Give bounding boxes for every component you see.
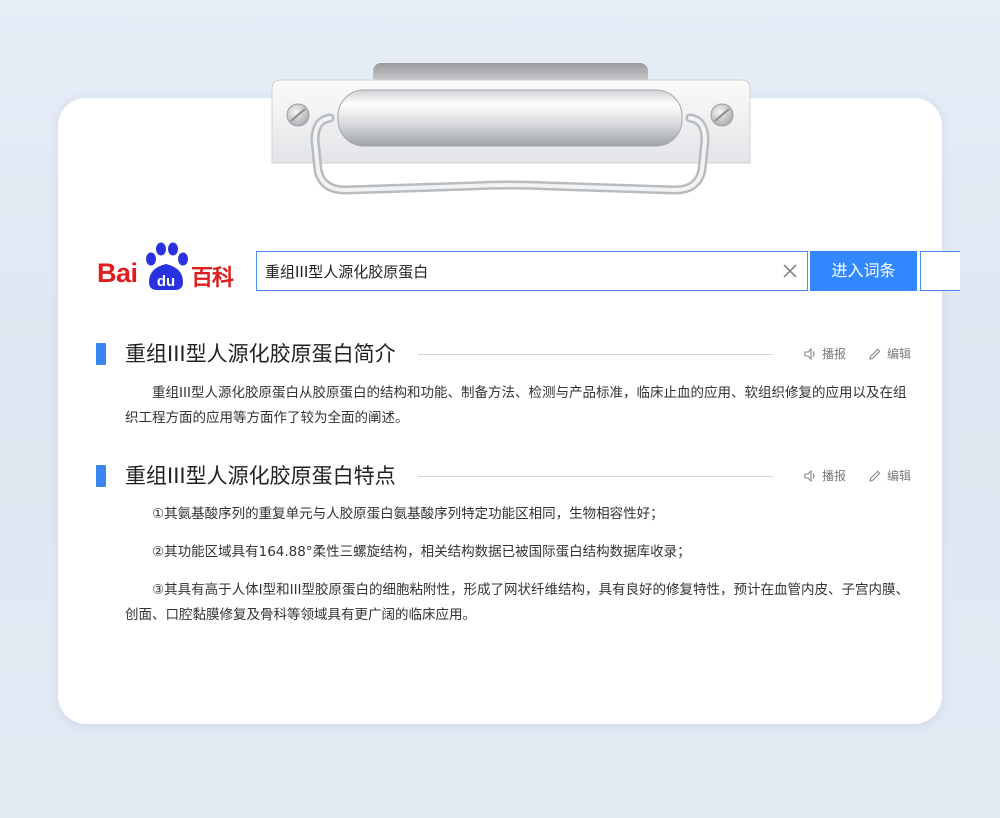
enter-entry-button[interactable]: 进入词条 [810,251,917,291]
edit-label: 编辑 [886,469,911,483]
section-divider [418,354,773,355]
edit-label: 编辑 [886,347,911,361]
section-marker [96,343,106,365]
baidu-baike-logo[interactable]: Bai du 百科 [95,242,245,292]
edit-button[interactable]: 编辑 [868,345,911,362]
paw-icon: du [146,242,188,290]
speaker-icon [804,347,815,360]
section-paragraph: ①其氨基酸序列的重复单元与人胶原蛋白氨基酸序列特定功能区相同，生物相容性好； [152,506,664,522]
speaker-icon [804,469,815,482]
secondary-search-button[interactable] [920,251,960,291]
features-section: 重组III型人源化胶原蛋白特点 播报 编辑 ①其氨基酸序列的重复单元与人胶原蛋白… [96,462,916,628]
intro-section: 重组III型人源化胶原蛋白简介 播报 编辑 重组III型人源化胶原蛋白从胶原蛋白… [96,340,916,431]
section-divider [418,476,773,477]
pencil-icon [869,470,881,482]
edit-button[interactable]: 编辑 [868,467,911,484]
logo-baike-text: 百科 [191,266,234,291]
search-input[interactable] [265,252,765,290]
section-header: 重组III型人源化胶原蛋白简介 播报 编辑 [96,340,916,370]
logo-du-text: du [157,273,175,290]
pencil-icon [869,348,881,360]
play-label: 播报 [821,347,846,361]
section-marker [96,465,106,487]
search-box [256,251,808,291]
section-paragraph: ②其功能区域具有164.88°柔性三螺旋结构，相关结构数据已被国际蛋白结构数据库… [152,544,691,560]
logo-bai-text: Bai [97,258,138,288]
section-paragraph: ③其具有高于人体I型和III型胶原蛋白的细胞粘附性，形成了网状纤维结构，具有良好… [125,582,910,623]
play-button[interactable]: 播报 [803,345,846,362]
play-button[interactable]: 播报 [803,467,846,484]
section-header: 重组III型人源化胶原蛋白特点 播报 编辑 [96,462,916,492]
section-tools: 播报 编辑 [781,345,911,362]
section-title: 重组III型人源化胶原蛋白特点 [125,464,396,488]
clear-icon[interactable] [781,262,799,280]
section-tools: 播报 编辑 [781,467,911,484]
play-label: 播报 [821,469,846,483]
section-paragraph: 重组III型人源化胶原蛋白从胶原蛋白的结构和功能、制备方法、检测与产品标准，临床… [125,385,907,426]
section-title: 重组III型人源化胶原蛋白简介 [125,342,396,366]
